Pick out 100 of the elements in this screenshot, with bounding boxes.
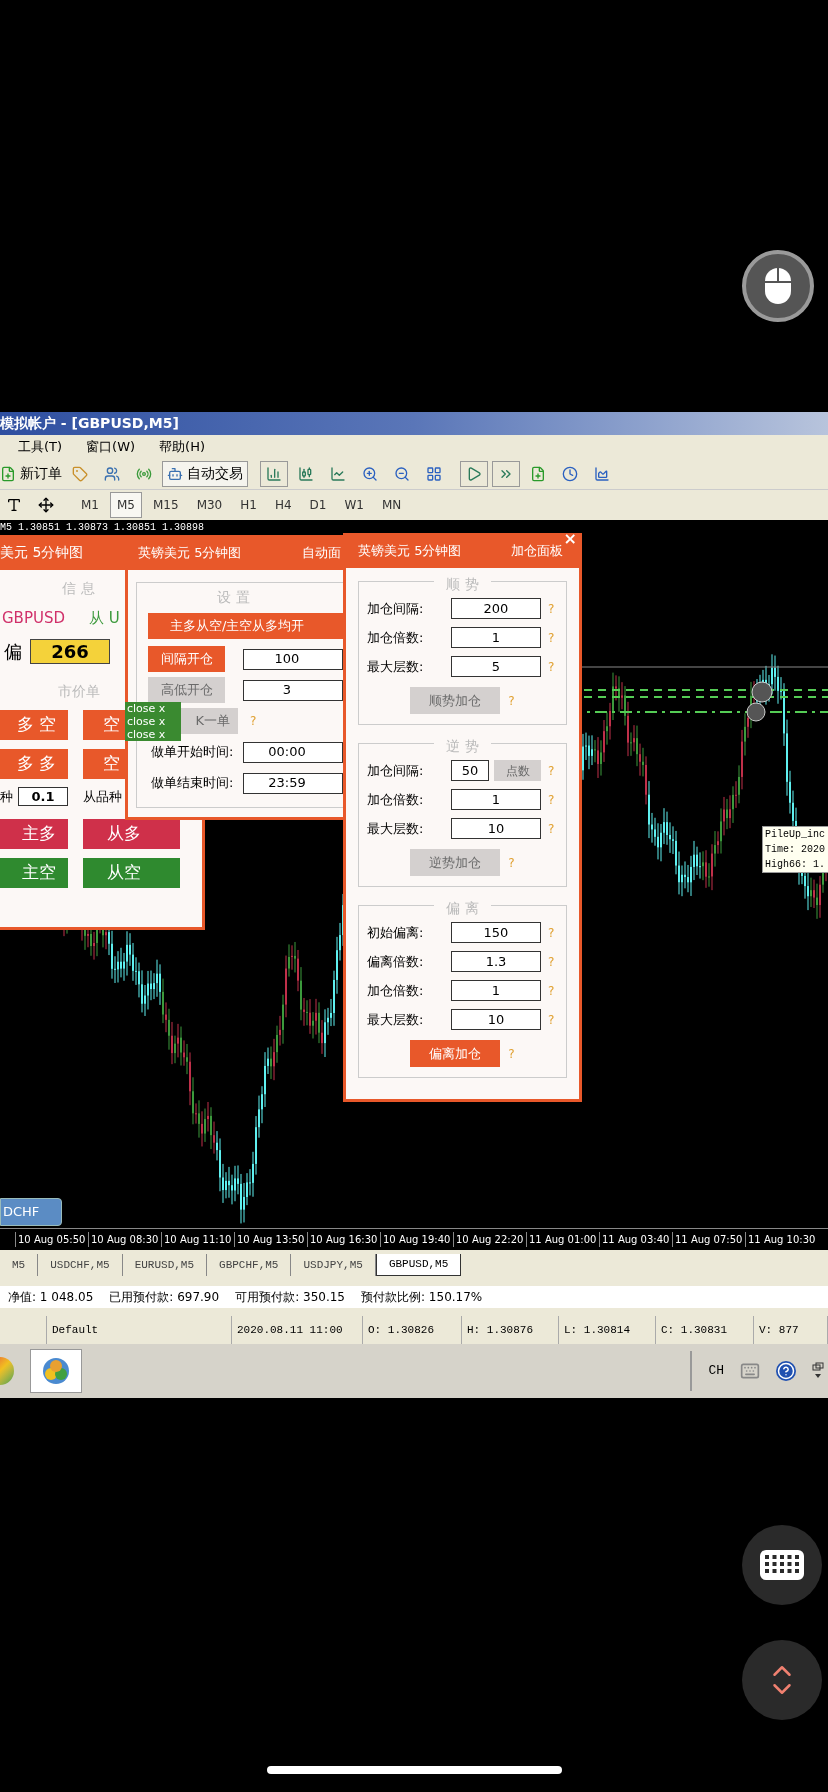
zoom-in-icon[interactable] bbox=[362, 465, 378, 482]
time-axis-label: 10 Aug 22:20 bbox=[453, 1232, 526, 1247]
help-icon[interactable] bbox=[776, 1361, 796, 1381]
file-plus-icon bbox=[0, 465, 16, 482]
section-heading: 设 置 bbox=[217, 589, 250, 605]
input-field[interactable]: 23:59 bbox=[243, 772, 343, 794]
timeframe-button[interactable]: M15 bbox=[146, 492, 186, 518]
order-button[interactable]: 主空 bbox=[0, 857, 68, 888]
order-button[interactable]: 空 bbox=[83, 709, 125, 740]
menu-item[interactable]: 窗口(W) bbox=[86, 436, 136, 457]
order-marker-icon bbox=[751, 681, 773, 703]
timeframe-button[interactable]: M5 bbox=[110, 492, 142, 518]
section-heading: 顺 势 bbox=[434, 576, 491, 592]
symbol-text: GBPUSD bbox=[2, 608, 65, 629]
tooltip-line: Time: 2020 bbox=[765, 843, 826, 857]
order-button[interactable]: 空 bbox=[83, 748, 125, 779]
add-indicator-icon[interactable] bbox=[530, 465, 546, 482]
field-label: 加仓倍数: bbox=[367, 628, 425, 647]
auto-trading-button[interactable]: 自动交易 bbox=[162, 460, 248, 487]
input-field[interactable]: 1 bbox=[451, 980, 541, 1001]
action-button[interactable]: 主多从空/主空从多均开 bbox=[148, 613, 343, 639]
chart-template-icon[interactable] bbox=[594, 465, 610, 482]
bar-chart-icon[interactable] bbox=[266, 465, 282, 482]
help-mark: ? bbox=[508, 1045, 515, 1063]
help-mark: ? bbox=[548, 982, 555, 1000]
timeframe-button[interactable]: W1 bbox=[337, 492, 371, 518]
field-label: 加仓倍数: bbox=[367, 790, 425, 809]
input-field[interactable]: 100 bbox=[243, 648, 343, 670]
field-label: 加仓倍数: bbox=[367, 981, 425, 1000]
panel-title: 英镑美元 5分钟图 bbox=[358, 541, 462, 560]
order-button[interactable]: 从空 bbox=[83, 857, 180, 888]
new-order-button[interactable]: 新订单 bbox=[0, 463, 62, 484]
action-button[interactable]: 偏离加仓 bbox=[410, 1040, 501, 1067]
time-axis-label: 10 Aug 19:40 bbox=[380, 1232, 453, 1247]
action-button[interactable]: 间隔开仓 bbox=[148, 646, 225, 672]
line-chart-icon[interactable] bbox=[330, 465, 346, 482]
panel-tab[interactable]: 自动面 bbox=[302, 542, 341, 563]
section-heading: 市价单 bbox=[57, 681, 100, 701]
deviation-value: 266 bbox=[30, 638, 110, 664]
order-button[interactable]: 多 空 bbox=[0, 709, 68, 740]
timeframe-button[interactable]: H4 bbox=[267, 492, 299, 518]
input-field[interactable]: 10 bbox=[451, 1009, 541, 1030]
input-field[interactable]: 200 bbox=[451, 598, 541, 619]
chart-tab[interactable]: GBPUSD,M5 bbox=[375, 1254, 462, 1276]
menu-item[interactable]: 帮助(H) bbox=[159, 436, 205, 457]
taskbar-app-button[interactable] bbox=[30, 1349, 82, 1393]
panel-tab[interactable]: 加仓面板 bbox=[511, 540, 563, 561]
grid-icon[interactable] bbox=[426, 465, 442, 482]
help-mark: ? bbox=[548, 924, 555, 942]
help-mark: ? bbox=[548, 600, 555, 618]
timeframe-button[interactable]: M30 bbox=[189, 492, 230, 518]
restore-window-icon[interactable] bbox=[812, 1362, 824, 1380]
timeframe-button[interactable]: M1 bbox=[74, 492, 106, 518]
order-button[interactable]: 主多 bbox=[0, 818, 68, 849]
input-field[interactable]: 150 bbox=[451, 922, 541, 943]
field-label: 最大层数: bbox=[367, 1010, 425, 1029]
order-button[interactable]: 多 多 bbox=[0, 748, 68, 779]
chart-shift-icon[interactable] bbox=[466, 465, 482, 482]
arrows-icon[interactable] bbox=[38, 497, 54, 513]
input-field[interactable]: 00:00 bbox=[243, 741, 343, 763]
keyboard-icon[interactable] bbox=[740, 1361, 760, 1381]
field-label: 做单结束时间: bbox=[150, 774, 235, 793]
input-field[interactable]: 5 bbox=[451, 656, 541, 677]
language-indicator[interactable]: CH bbox=[708, 1361, 724, 1381]
symbol-text: 从 U bbox=[89, 608, 120, 629]
section-heading: 偏 离 bbox=[434, 900, 491, 916]
order-button[interactable]: 从多 bbox=[83, 818, 180, 849]
timeframe-button[interactable]: H1 bbox=[233, 492, 264, 518]
field-label: 初始偏离: bbox=[367, 923, 425, 942]
zoom-out-icon[interactable] bbox=[394, 465, 410, 482]
account-text: 预付款比例: 150.17% bbox=[361, 1289, 483, 1306]
lot-label: 种 bbox=[0, 787, 14, 806]
help-mark: ? bbox=[548, 762, 555, 780]
input-field[interactable]: 1.3 bbox=[451, 951, 541, 972]
time-axis-label: 10 Aug 05:50 bbox=[15, 1232, 88, 1247]
candlestick-icon[interactable] bbox=[298, 465, 314, 482]
timeframe-button[interactable]: D1 bbox=[302, 492, 334, 518]
input-field[interactable]: 1 bbox=[451, 627, 541, 648]
help-mark: ? bbox=[548, 791, 555, 809]
clock-icon[interactable] bbox=[562, 465, 578, 482]
tag-icon[interactable] bbox=[72, 465, 88, 482]
lot-input[interactable]: 0.1 bbox=[18, 787, 68, 806]
window-title: 模拟帐户 - [GBPUSD,M5] bbox=[0, 414, 179, 433]
close-button[interactable]: × bbox=[563, 531, 577, 547]
input-field[interactable]: 10 bbox=[451, 818, 541, 839]
deviation-label: 偏 bbox=[4, 639, 22, 664]
text-tool-icon[interactable] bbox=[6, 497, 22, 513]
symbol-button[interactable]: DCHF bbox=[0, 1198, 62, 1226]
input-field[interactable]: 1 bbox=[451, 789, 541, 810]
time-axis-label: 11 Aug 10:30 bbox=[745, 1232, 818, 1247]
timeframe-button[interactable]: MN bbox=[374, 492, 409, 518]
menu-item[interactable]: 工具(T) bbox=[18, 436, 63, 457]
panel-title: 美元 5分钟图 bbox=[0, 543, 84, 562]
trading-app-icon bbox=[41, 1356, 71, 1386]
field-label: 做单开始时间: bbox=[150, 743, 235, 762]
input-field[interactable]: 50 bbox=[451, 760, 489, 781]
time-axis-label: 11 Aug 07:50 bbox=[672, 1232, 745, 1247]
tooltip-line: High66: 1. bbox=[765, 858, 826, 872]
help-mark: ? bbox=[548, 1011, 555, 1029]
people-icon[interactable] bbox=[104, 465, 120, 482]
